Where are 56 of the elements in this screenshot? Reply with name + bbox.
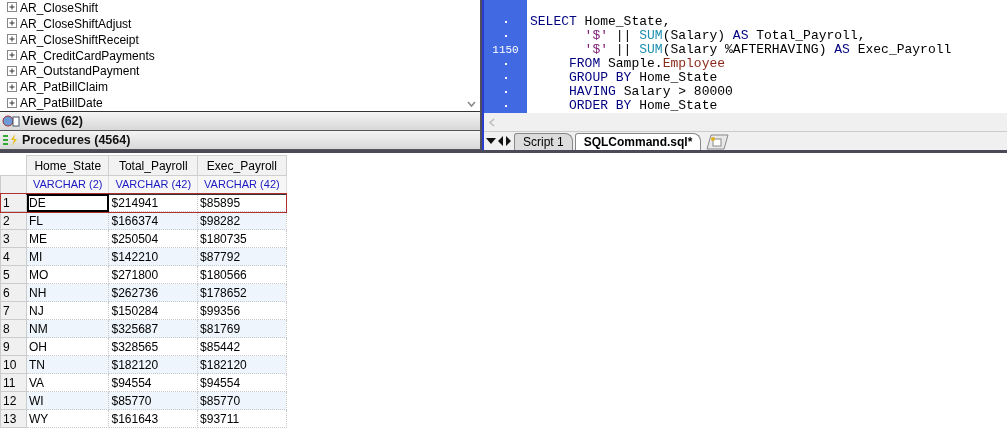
- section-header[interactable]: Views (62): [22, 114, 83, 128]
- row-number: 1: [0, 193, 27, 212]
- table-row[interactable]: 4 MI $142210 $87792: [0, 247, 287, 266]
- views-icon: [2, 114, 20, 128]
- table-row[interactable]: 12 WI $85770 $85770: [0, 391, 287, 410]
- code-line: GROUP BY Home_State: [568, 71, 718, 85]
- expand-icon[interactable]: [7, 18, 18, 30]
- line-marker-icon: [504, 105, 507, 108]
- expand-icon[interactable]: [7, 81, 18, 93]
- table-cell: $214941: [109, 193, 198, 212]
- table-row[interactable]: 3 ME $250504 $180735: [0, 229, 287, 248]
- table-row[interactable]: 8 NM $325687 $81769: [0, 319, 287, 338]
- tree-item[interactable]: AR_CloseShift: [20, 0, 99, 15]
- section-header[interactable]: Procedures (4564): [22, 133, 131, 147]
- table-row[interactable]: 11 VA $94554 $94554: [0, 373, 287, 392]
- table-row[interactable]: 6 NH $262736 $178652: [0, 283, 287, 302]
- expand-icon[interactable]: [7, 97, 18, 109]
- code-line: '$' || SUM(Salary) AS Total_Payroll,: [583, 29, 866, 43]
- code-line: HAVING Salary > 80000: [568, 85, 733, 99]
- table-row[interactable]: 9 OH $328565 $85442: [0, 337, 287, 356]
- line-marker-icon: [504, 35, 507, 38]
- tree-item[interactable]: AR_CreditCardPayments: [20, 48, 155, 63]
- table-cell: DE: [26, 193, 109, 212]
- table-row[interactable]: 1 DE $214941 $85895: [0, 193, 287, 212]
- column-header[interactable]: Total_Payroll: [109, 155, 198, 176]
- line-marker-icon: [504, 77, 507, 80]
- table-row[interactable]: 13 WY $161643 $93711: [0, 409, 287, 428]
- line-marker-icon: [504, 91, 507, 94]
- expand-icon[interactable]: [7, 2, 18, 14]
- table-row[interactable]: 2 FL $166374 $98282: [0, 211, 287, 230]
- tab-nav-icon[interactable]: [486, 135, 512, 147]
- code-line: FROM Sample.Employee: [568, 57, 726, 71]
- column-header[interactable]: Exec_Payroll: [197, 155, 287, 176]
- line-marker-icon: [504, 21, 507, 24]
- scroll-down-icon[interactable]: [466, 101, 476, 108]
- procedures-icon: [2, 133, 20, 147]
- code-line: SELECT Home_State,: [529, 15, 671, 29]
- table-row[interactable]: 5 MO $271800 $180566: [0, 265, 287, 284]
- editor-tab[interactable]: Script 1: [514, 133, 573, 150]
- tree-item[interactable]: AR_OutstandPayment: [20, 64, 140, 79]
- expand-icon[interactable]: [7, 65, 18, 77]
- expand-icon[interactable]: [7, 34, 18, 46]
- new-tab-icon[interactable]: [703, 134, 730, 150]
- tree-item[interactable]: AR_PatBillDate: [20, 96, 103, 111]
- tree-item[interactable]: AR_CloseShiftAdjust: [20, 16, 132, 31]
- tree-item[interactable]: AR_CloseShiftReceipt: [20, 32, 139, 47]
- line-marker-icon: [504, 63, 507, 66]
- expand-icon[interactable]: [7, 50, 18, 61]
- code-line: '$' || SUM(Salary %AFTERHAVING) AS Exec_Payroll: [583, 43, 952, 57]
- table-row[interactable]: 10 TN $182120 $182120: [0, 355, 287, 374]
- tree-item[interactable]: AR_PatBillClaim: [20, 80, 109, 95]
- column-header[interactable]: Home_State: [26, 155, 109, 176]
- table-row[interactable]: 7 NJ $150284 $99356: [0, 301, 287, 320]
- table-cell: $85895: [197, 193, 287, 212]
- editor-tab[interactable]: SQLCommand.sql*: [574, 133, 702, 150]
- code-line: ORDER BY Home_State: [568, 99, 718, 113]
